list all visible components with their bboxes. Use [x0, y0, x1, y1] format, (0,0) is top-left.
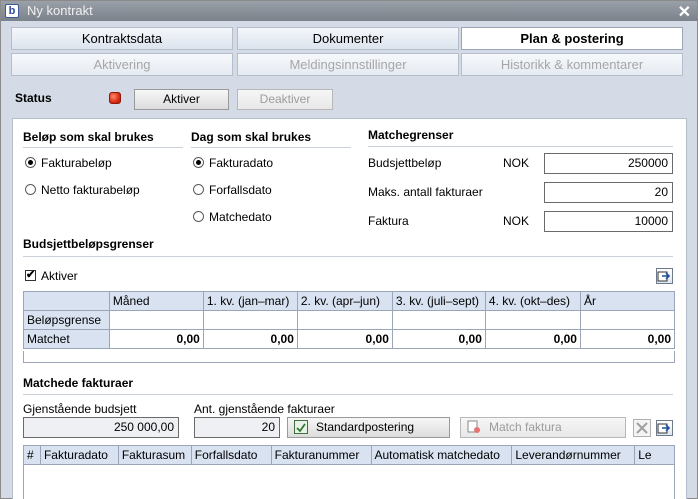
- radio-netto-fakturabelop[interactable]: [25, 184, 36, 195]
- invoices-empty-area: [23, 465, 675, 499]
- divider: [368, 146, 673, 147]
- column-header[interactable]: 1. kv. (jan–mar): [202, 291, 298, 311]
- table-cell[interactable]: [579, 310, 676, 330]
- max-invoices-label: Maks. antall fakturaer: [368, 185, 483, 199]
- column-header[interactable]: Fakturadato: [39, 445, 119, 465]
- radio-label-fakturabelop: Fakturabeløp: [41, 156, 112, 170]
- title-bar: b Ny kontrakt ✕: [1, 1, 697, 21]
- radio-forfallsdato[interactable]: [193, 184, 204, 195]
- tab-aktivering[interactable]: Aktivering: [11, 53, 233, 76]
- invoice-limit-input[interactable]: 10000: [544, 211, 673, 232]
- export-icon[interactable]: [656, 268, 673, 284]
- radio-label-matchedato: Matchedato: [209, 210, 272, 224]
- column-header[interactable]: 2. kv. (apr–jun): [296, 291, 393, 311]
- column-header[interactable]: Måned: [108, 291, 204, 311]
- match-limits-title: Matchegrenser: [368, 128, 454, 142]
- remaining-budget-value: 250 000,00: [23, 417, 179, 438]
- match-invoice-label: Match faktura: [489, 420, 562, 434]
- column-header[interactable]: 3. kv. (juli–sept): [391, 291, 486, 311]
- delete-icon[interactable]: [633, 419, 651, 437]
- table-header-row: Måned 1. kv. (jan–mar) 2. kv. (apr–jun) …: [23, 291, 676, 311]
- table-cell[interactable]: [202, 310, 298, 330]
- column-header[interactable]: Forfallsdato: [190, 445, 272, 465]
- budget-limits-title: Budsjettbeløpsgrenser: [23, 237, 154, 251]
- matched-invoices-table: # Fakturadato Fakturasum Forfallsdato Fa…: [23, 445, 675, 465]
- column-header: [23, 291, 110, 311]
- column-header[interactable]: Fakturanummer: [270, 445, 372, 465]
- standard-posting-label: Standardpostering: [316, 420, 415, 434]
- table-cell: 0,00: [579, 329, 676, 349]
- posting-icon: [294, 420, 308, 434]
- table-cell: 0,00: [202, 329, 298, 349]
- table-row: Matchet 0,00 0,00 0,00 0,00 0,00 0,00: [23, 329, 676, 349]
- status-label: Status: [15, 91, 52, 105]
- date-section-title: Dag som skal brukes: [191, 130, 312, 144]
- plan-posting-panel: Beløp som skal brukes Fakturabeløp Netto…: [12, 118, 687, 499]
- tab-kontraktsdata[interactable]: Kontraktsdata: [11, 27, 233, 50]
- column-header[interactable]: 4. kv. (okt–des): [484, 291, 581, 311]
- table-cell[interactable]: [391, 310, 486, 330]
- divider: [191, 147, 351, 148]
- radio-label-fakturadato: Fakturadato: [209, 156, 274, 170]
- radio-fakturadato[interactable]: [193, 157, 204, 168]
- budget-limits-table: Måned 1. kv. (jan–mar) 2. kv. (apr–jun) …: [23, 291, 676, 349]
- standard-posting-button[interactable]: Standardpostering: [287, 417, 450, 438]
- table-cell: 0,00: [484, 329, 581, 349]
- tab-row-secondary: Aktivering Meldingsinnstillinger Histori…: [11, 53, 687, 77]
- activate-limits-label: Aktiver: [41, 269, 78, 283]
- window-title: Ny kontrakt: [27, 3, 93, 18]
- remaining-count-value: 20: [194, 417, 280, 438]
- budget-amount-input[interactable]: 250000: [544, 153, 673, 174]
- max-invoices-input[interactable]: 20: [544, 182, 673, 203]
- table-header-row: # Fakturadato Fakturasum Forfallsdato Fa…: [23, 445, 675, 465]
- export-icon[interactable]: [656, 420, 673, 436]
- column-header[interactable]: Leverandørnummer: [511, 445, 636, 465]
- remaining-budget-label: Gjenstående budsjett: [23, 402, 137, 416]
- table-cell[interactable]: [108, 310, 204, 330]
- deactivate-button[interactable]: Deaktiver: [237, 89, 333, 110]
- activate-button[interactable]: Aktiver: [134, 89, 229, 110]
- amount-section-title: Beløp som skal brukes: [23, 130, 154, 144]
- table-cell: 0,00: [296, 329, 393, 349]
- budget-amount-currency: NOK: [503, 156, 530, 170]
- app-icon: b: [5, 4, 19, 18]
- table-empty-area: [23, 351, 675, 363]
- invoice-limit-currency: NOK: [503, 214, 530, 228]
- table-cell: 0,00: [391, 329, 486, 349]
- radio-label-forfallsdato: Forfallsdato: [209, 183, 272, 197]
- divider: [23, 394, 673, 395]
- radio-fakturabelop[interactable]: [25, 157, 36, 168]
- activate-limits-checkbox[interactable]: ✔: [25, 270, 36, 281]
- table-row: Beløpsgrense: [23, 310, 676, 330]
- row-label: Beløpsgrense: [23, 310, 110, 330]
- invoice-limit-label: Faktura: [368, 214, 409, 228]
- match-invoice-button[interactable]: Match faktura: [460, 417, 626, 438]
- radio-matchedato[interactable]: [193, 211, 204, 222]
- column-header[interactable]: #: [23, 445, 41, 465]
- status-indicator-icon: [109, 92, 121, 104]
- match-invoice-icon: [467, 420, 481, 434]
- column-header[interactable]: Le: [634, 445, 675, 465]
- column-header[interactable]: År: [579, 291, 676, 311]
- budget-amount-label: Budsjettbeløp: [368, 156, 442, 170]
- divider: [23, 147, 183, 148]
- tab-dokumenter[interactable]: Dokumenter: [237, 27, 459, 50]
- matched-invoices-title: Matchede fakturaer: [23, 376, 134, 390]
- table-cell: 0,00: [108, 329, 204, 349]
- tab-historikk-kommentarer[interactable]: Historikk & kommentarer: [461, 53, 683, 76]
- tab-meldingsinnstillinger[interactable]: Meldingsinnstillinger: [237, 53, 459, 76]
- tab-plan-postering[interactable]: Plan & postering: [461, 27, 683, 50]
- row-label: Matchet: [23, 329, 110, 349]
- close-icon[interactable]: ✕: [678, 2, 691, 22]
- tab-row-primary: Kontraktsdata Dokumenter Plan & posterin…: [11, 27, 687, 51]
- column-header[interactable]: Fakturasum: [117, 445, 192, 465]
- radio-label-netto-fakturabelop: Netto fakturabeløp: [41, 183, 140, 197]
- contract-window: b Ny kontrakt ✕ Kontraktsdata Dokumenter…: [0, 0, 698, 499]
- remaining-count-label: Ant. gjenstående fakturaer: [194, 402, 335, 416]
- table-cell[interactable]: [296, 310, 393, 330]
- divider: [23, 256, 673, 257]
- column-header[interactable]: Automatisk matchedato: [370, 445, 513, 465]
- table-cell[interactable]: [484, 310, 581, 330]
